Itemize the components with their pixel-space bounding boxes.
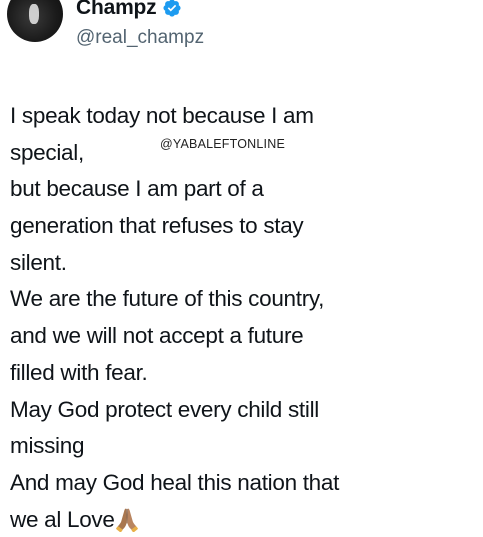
verified-badge-icon <box>163 0 182 17</box>
tweet-text: I speak today not because I am special, … <box>10 98 475 537</box>
tweet-last-line: we al Love <box>10 502 475 537</box>
tweet-line: silent. <box>10 249 67 275</box>
avatar[interactable] <box>7 0 63 42</box>
author-handle[interactable]: @real_champz <box>76 27 204 49</box>
tweet-line: generation that refuses to stay <box>10 213 304 239</box>
watermark: @YABALEFTONLINE <box>160 137 285 151</box>
tweet-line: May God protect every child still <box>10 396 319 422</box>
folded-hands-icon <box>115 508 138 532</box>
tweet-line: We are the future of this country, <box>10 286 325 312</box>
tweet-line: filled with fear. <box>10 359 148 385</box>
tweet-line: and we will not accept a future <box>10 323 304 349</box>
author-name-row: Champz <box>76 0 182 20</box>
tweet-header: Champz @real_champz <box>0 0 483 64</box>
tweet-line: I speak today not because I am <box>10 103 314 128</box>
tweet-line: missing <box>10 433 85 459</box>
author-display-name[interactable]: Champz <box>76 0 157 20</box>
tweet-line: And may God heal this nation that <box>10 469 340 495</box>
tweet-line: but because I am part of a <box>10 176 264 202</box>
tweet-line: we al Love <box>10 506 115 532</box>
